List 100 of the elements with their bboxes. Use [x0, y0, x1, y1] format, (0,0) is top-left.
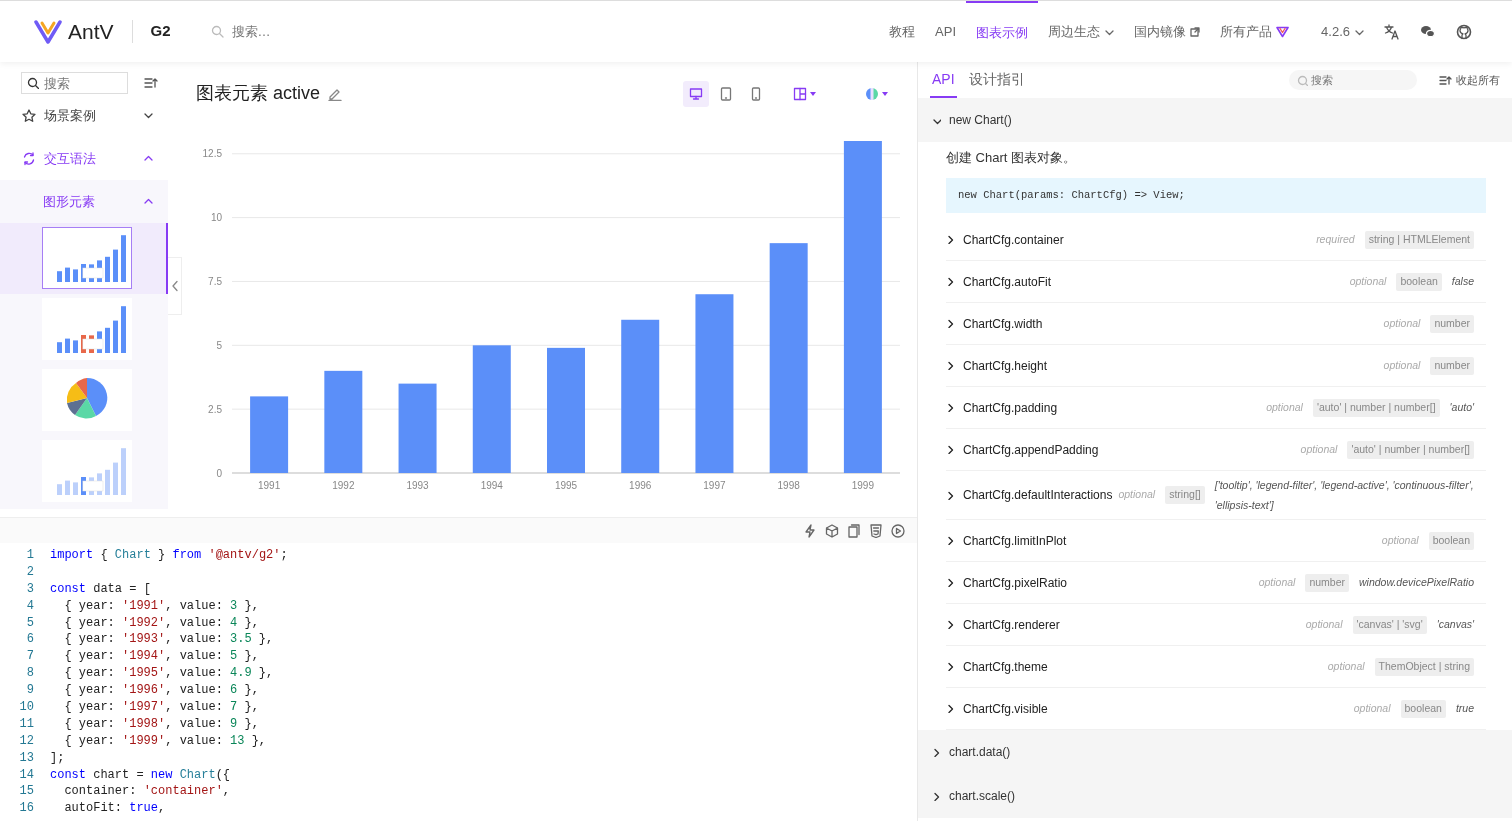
- type-tag: boolean: [1400, 699, 1446, 718]
- param-name[interactable]: ChartCfg.pixelRatio: [946, 573, 1068, 592]
- requirement-label: optional: [1383, 357, 1421, 373]
- chevron-right-icon: [946, 361, 955, 371]
- section-header[interactable]: chart.data(): [918, 730, 1512, 775]
- param-name[interactable]: ChartCfg.limitInPlot: [946, 531, 1067, 550]
- default-value: true: [1455, 700, 1474, 716]
- requirement-label: optional: [1305, 616, 1343, 632]
- nav-link[interactable]: 图表示例: [966, 0, 1039, 63]
- default-value: window.devicePixelRatio: [1359, 574, 1474, 590]
- nav-link[interactable]: API: [925, 0, 967, 63]
- menu-item[interactable]: 图形元素: [0, 180, 168, 223]
- star-icon: [22, 108, 36, 123]
- code-line: { year: '1996', value: 6 },: [63, 682, 259, 699]
- type-tag: boolean: [1396, 272, 1442, 291]
- chart-thumbnail[interactable]: [42, 440, 132, 502]
- param-name[interactable]: ChartCfg.visible: [946, 699, 1048, 718]
- chevron-right-icon: [946, 235, 955, 245]
- code-line: autoFit: true,: [63, 800, 166, 818]
- param-name[interactable]: ChartCfg.padding: [946, 398, 1058, 417]
- nav-link[interactable]: 周边生态: [1038, 0, 1125, 63]
- axis-label: 0: [216, 467, 222, 479]
- menu-item[interactable]: 交互语法: [0, 137, 168, 180]
- menu-item[interactable]: 场景案例: [0, 94, 168, 137]
- default-value: 'auto': [1449, 399, 1474, 415]
- param-name[interactable]: ChartCfg.height: [946, 356, 1048, 375]
- product-name: G2: [131, 20, 171, 43]
- chevron-right-icon: [932, 747, 941, 757]
- param-name[interactable]: ChartCfg.defaultInteractions: [946, 486, 1113, 505]
- chart-thumbnail[interactable]: [42, 369, 132, 431]
- line-number: 9: [25, 682, 35, 699]
- chart-thumbnail[interactable]: [42, 227, 132, 289]
- requirement-label: optional: [1258, 574, 1296, 590]
- chevron-right-icon: [946, 490, 955, 500]
- theme-icon: [865, 86, 879, 101]
- view-toggle[interactable]: [683, 80, 709, 107]
- code-line: { year: '1992', value: 4 },: [63, 614, 259, 632]
- chevron-right-icon: [946, 620, 955, 630]
- search-field[interactable]: 搜索: [21, 72, 128, 94]
- collapse-handle[interactable]: [168, 257, 182, 315]
- nav-link[interactable]: 4.2.6: [1311, 0, 1374, 63]
- line-number: 10: [18, 699, 35, 716]
- chat-icon[interactable]: [1420, 23, 1436, 40]
- chevron-right-icon: [946, 445, 955, 455]
- param-name[interactable]: ChartCfg.theme: [946, 657, 1048, 676]
- search-field[interactable]: 搜索…: [231, 21, 431, 42]
- requirement-label: required: [1316, 231, 1355, 247]
- tab[interactable]: 设计指引: [966, 62, 1027, 98]
- layout-dropdown[interactable]: [793, 86, 817, 101]
- requirement-label: optional: [1381, 532, 1419, 548]
- nav-link[interactable]: 国内镜像: [1124, 0, 1211, 63]
- line-number: 14: [18, 766, 35, 784]
- caret-icon: [809, 89, 817, 98]
- code-line: { year: '1999', value: 13 },: [63, 732, 267, 750]
- chart-thumbnail[interactable]: [42, 298, 132, 360]
- html-file-icon[interactable]: [869, 523, 883, 538]
- param-name[interactable]: ChartCfg.appendPadding: [946, 440, 1099, 459]
- line-number: 2: [25, 563, 35, 581]
- requirement-label: optional: [1327, 658, 1365, 674]
- collapse-icon: [1439, 74, 1452, 86]
- monitor-icon: [689, 86, 703, 101]
- line-number: 16: [18, 800, 35, 818]
- param-name[interactable]: ChartCfg.renderer: [946, 615, 1060, 634]
- copy-icon[interactable]: [847, 523, 861, 538]
- github-icon[interactable]: [1456, 23, 1472, 40]
- code-snippet: new Chart(params: ChartCfg) => View;: [946, 177, 1486, 214]
- requirement-label: optional: [1349, 273, 1387, 289]
- code-line: { year: '1997', value: 7 },: [63, 699, 259, 716]
- line-number: 4: [25, 597, 35, 615]
- nav-link[interactable]: 所有产品: [1210, 0, 1300, 63]
- section-header[interactable]: new Chart(): [918, 98, 1512, 142]
- axis-label: 10: [210, 212, 222, 224]
- search-field[interactable]: 搜索: [1289, 70, 1417, 90]
- lightning-icon[interactable]: [803, 523, 817, 538]
- nav-link[interactable]: 教程: [879, 0, 926, 63]
- axis-label: 2.5: [208, 403, 222, 415]
- line-number: 1: [25, 547, 35, 564]
- collapse-all-button[interactable]: 收起所有: [1439, 71, 1500, 89]
- axis-label: 1995: [554, 480, 578, 491]
- axis-label: 7.5: [208, 275, 222, 287]
- section-header[interactable]: chart.scale(): [918, 774, 1512, 819]
- cube-icon[interactable]: [825, 523, 839, 538]
- description: 创建 Chart 图表对象。: [946, 149, 1077, 167]
- param-name[interactable]: ChartCfg.autoFit: [946, 272, 1052, 291]
- param-name[interactable]: ChartCfg.container: [946, 230, 1064, 249]
- line-number: 12: [18, 732, 35, 750]
- logo-icon: [34, 18, 62, 45]
- line-number: 15: [18, 783, 35, 801]
- theme-dropdown[interactable]: [865, 86, 889, 101]
- axis-label: 1994: [480, 480, 503, 491]
- default-value: false: [1451, 273, 1474, 289]
- chevron-right-icon: [946, 578, 955, 588]
- type-tag: boolean: [1428, 531, 1474, 550]
- type-tag: 'auto' | number | number[]: [1312, 398, 1440, 417]
- play-icon[interactable]: [891, 523, 905, 538]
- sort-icon[interactable]: [144, 77, 158, 89]
- code-line: const chart = new Chart({: [49, 766, 231, 784]
- param-name[interactable]: ChartCfg.width: [946, 314, 1043, 333]
- search-icon: [27, 77, 39, 89]
- translate-icon[interactable]: [1384, 23, 1400, 40]
